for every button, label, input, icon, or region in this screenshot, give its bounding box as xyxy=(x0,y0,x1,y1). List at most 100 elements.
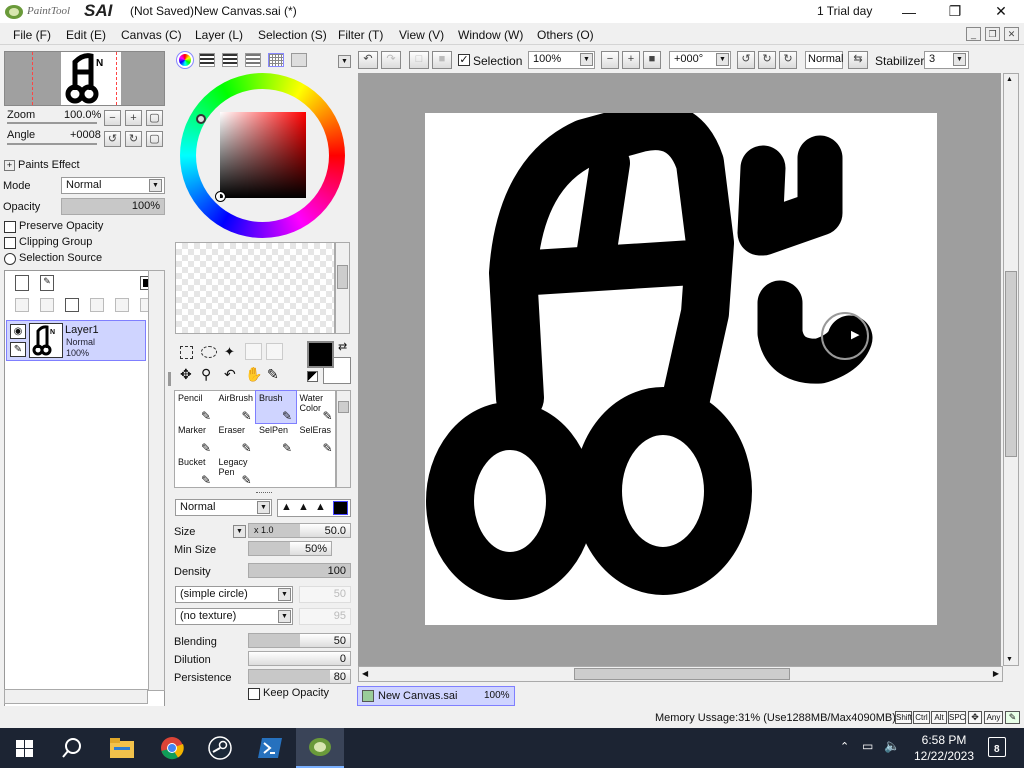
new-linework-layer-icon[interactable]: ✎ xyxy=(40,275,54,291)
hand-icon[interactable]: ✋ xyxy=(245,366,262,383)
zoom-slider[interactable] xyxy=(7,122,97,124)
brush-shape-select[interactable]: (simple circle) xyxy=(175,586,293,603)
scroll-right-icon[interactable]: ▶ xyxy=(993,669,999,678)
canvas-rotate-left-button[interactable]: ↺ xyxy=(737,51,755,69)
clipping-group-checkbox[interactable] xyxy=(4,237,16,249)
clock-date[interactable]: 12/22/2023 xyxy=(912,749,976,763)
panel-resize-handle[interactable] xyxy=(168,372,171,386)
chevron-down-icon[interactable]: ▼ xyxy=(953,53,966,66)
swatches-tab-icon[interactable] xyxy=(268,53,284,67)
mdi-close-button[interactable]: ✕ xyxy=(1004,27,1019,41)
scratchpad-scrollbar[interactable] xyxy=(335,242,350,334)
menu-layer[interactable]: Layer (L) xyxy=(195,28,243,42)
notification-icon[interactable]: 8 xyxy=(988,737,1006,757)
canvas-hscroll-thumb[interactable] xyxy=(574,668,790,680)
file-explorer-icon[interactable] xyxy=(98,728,146,768)
layer-row[interactable]: ◉ ✎ N Layer1 Normal 100% xyxy=(6,320,146,361)
hsv-slider-tab-icon[interactable] xyxy=(222,53,238,67)
scratchpad[interactable] xyxy=(175,242,335,334)
clock-time[interactable]: 6:58 PM xyxy=(912,733,976,747)
windows-start-icon[interactable] xyxy=(0,728,48,768)
chevron-down-icon[interactable]: ▼ xyxy=(278,610,291,623)
minimize-button[interactable]: — xyxy=(886,0,932,23)
network-icon[interactable]: ▭ xyxy=(862,739,873,753)
layer-list-scrollbar[interactable] xyxy=(148,270,165,691)
tool-grid-scrollbar[interactable] xyxy=(336,390,351,488)
search-icon[interactable] xyxy=(48,728,96,768)
primary-color-swatch[interactable] xyxy=(307,341,334,368)
brush-edge-selector[interactable]: ▲ ▲ ▲ xyxy=(277,499,351,517)
edge-medium-icon[interactable]: ▲ xyxy=(298,501,309,513)
tool-brush[interactable]: Brush ✎ xyxy=(255,390,297,424)
restore-button[interactable]: ❐ xyxy=(932,0,978,23)
flip-canvas-button[interactable]: ⇆ xyxy=(848,51,868,69)
lasso-icon[interactable] xyxy=(201,346,217,358)
eye-icon[interactable]: ◉ xyxy=(10,324,26,339)
panel-menu-icon[interactable]: ▼ xyxy=(338,55,351,68)
keep-opacity-checkbox[interactable] xyxy=(248,688,260,700)
zoom-out-button[interactable]: − xyxy=(104,110,121,126)
canvas-zoom-reset-button[interactable]: ■ xyxy=(643,51,661,69)
canvas-hscrollbar[interactable]: ◀ ▶ xyxy=(358,666,1003,682)
persistence-slider[interactable]: 80 xyxy=(248,669,351,684)
zoom-tool-icon[interactable]: ⚲ xyxy=(201,366,211,383)
scroll-left-icon[interactable]: ◀ xyxy=(362,669,368,678)
rotate-right-button[interactable]: ↻ xyxy=(125,131,142,147)
density-slider[interactable]: 100 xyxy=(248,563,351,578)
mdi-minimize-button[interactable]: _ xyxy=(966,27,981,41)
navigator-preview[interactable]: N xyxy=(4,51,165,106)
redo-button[interactable]: ↷ xyxy=(381,51,401,69)
brush-size-slider[interactable]: x 1.0 50.0 xyxy=(248,523,351,538)
saturation-value-square[interactable] xyxy=(220,112,306,198)
scroll-up-icon[interactable]: ▲ xyxy=(1006,76,1013,83)
merge-down-icon[interactable] xyxy=(65,298,79,312)
transfer-down-icon[interactable] xyxy=(40,298,54,312)
canvas-rotate-reset-button[interactable]: ↻ xyxy=(779,51,797,69)
steam-icon[interactable] xyxy=(196,728,244,768)
color-wheel-tab-icon[interactable] xyxy=(176,51,194,69)
tool-water-color[interactable]: Water Color ✎ xyxy=(297,391,337,423)
menu-edit[interactable]: Edit (E) xyxy=(66,28,106,42)
panel-splitter[interactable] xyxy=(256,492,272,495)
chrome-icon[interactable] xyxy=(148,728,196,768)
angle-slider[interactable] xyxy=(7,143,97,145)
tool-marker[interactable]: Marker ✎ xyxy=(175,423,215,455)
layer-list-hscrollbar[interactable] xyxy=(4,689,148,704)
undo-button[interactable]: ↶ xyxy=(358,51,378,69)
close-button[interactable]: ✕ xyxy=(978,0,1024,23)
paint-tool-sai-icon[interactable] xyxy=(296,728,344,768)
menu-filter[interactable]: Filter (T) xyxy=(338,28,383,42)
paints-effect-expand-icon[interactable]: + xyxy=(4,160,15,171)
edge-hard-icon[interactable]: ▲ xyxy=(281,501,292,513)
menu-file[interactable]: File (F) xyxy=(13,28,51,42)
tool-pencil[interactable]: Pencil ✎ xyxy=(175,391,215,423)
tool-airbrush[interactable]: AirBrush ✎ xyxy=(216,391,256,423)
chevron-down-icon[interactable]: ▼ xyxy=(149,179,162,192)
menu-view[interactable]: View (V) xyxy=(399,28,444,42)
scroll-down-icon[interactable]: ▼ xyxy=(1006,656,1013,663)
blending-slider[interactable]: 50 xyxy=(248,633,351,648)
mdi-restore-button[interactable]: ❐ xyxy=(985,27,1000,41)
rotate-reset-button[interactable]: ▢ xyxy=(146,131,163,147)
new-folder-icon[interactable] xyxy=(15,298,29,312)
chevron-down-icon[interactable]: ▼ xyxy=(580,53,593,66)
size-range-dropdown[interactable]: ▼ xyxy=(233,525,246,538)
swap-colors-icon[interactable]: ⇄ xyxy=(338,340,347,353)
deselect-button[interactable]: □ xyxy=(409,51,429,69)
selection-visibility-checkbox[interactable]: ✓ xyxy=(458,54,470,66)
menu-canvas[interactable]: Canvas (C) xyxy=(121,28,182,42)
powershell-icon[interactable] xyxy=(246,728,294,768)
hue-handle[interactable] xyxy=(196,114,206,124)
magic-wand-icon[interactable]: ✦ xyxy=(224,344,235,360)
tool-eraser[interactable]: Eraser ✎ xyxy=(216,423,256,455)
reset-colors-icon[interactable] xyxy=(307,371,318,382)
rgb-slider-tab-icon[interactable] xyxy=(199,53,215,67)
preserve-opacity-checkbox[interactable] xyxy=(4,221,16,233)
tool-selpen[interactable]: SelPen ✎ xyxy=(256,423,296,455)
menu-window[interactable]: Window (W) xyxy=(458,28,523,42)
zoom-in-button[interactable]: + xyxy=(125,110,142,126)
new-layer-icon[interactable] xyxy=(15,275,29,291)
show-hidden-icons[interactable]: ⌃ xyxy=(840,740,849,753)
sv-handle[interactable] xyxy=(215,191,226,202)
clear-layer-icon[interactable] xyxy=(90,298,104,312)
